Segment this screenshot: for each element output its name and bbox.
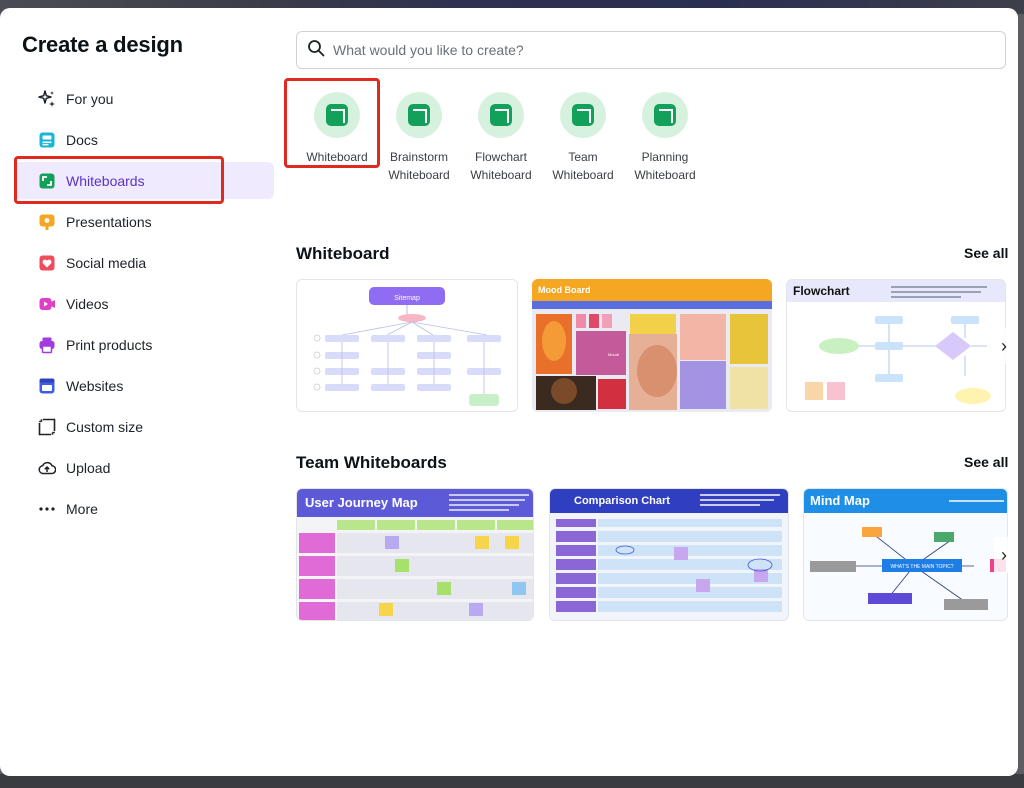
printer-icon — [38, 336, 56, 354]
sidebar-item-label: Videos — [66, 295, 109, 312]
quick-type-whiteboard[interactable]: Whiteboard — [296, 90, 378, 166]
quick-type-label: Team — [568, 150, 598, 164]
quick-type-label-line2: Whiteboard — [552, 168, 614, 182]
sidebar-item-whiteboards[interactable]: Whiteboards — [14, 162, 274, 199]
sidebar-nav: For you Docs Whiteboards Presentations S… — [14, 80, 274, 531]
sidebar-item-label: Print products — [66, 336, 153, 353]
sitemap-heading: Sitemap — [394, 295, 420, 302]
whiteboard-type-icon — [642, 92, 688, 138]
sidebar-item-docs[interactable]: Docs — [14, 121, 274, 158]
modal-title: Create a design — [22, 32, 183, 57]
heart-icon — [38, 254, 56, 272]
website-icon — [38, 377, 56, 395]
mind-map-heading: Mind Map — [810, 493, 870, 508]
sidebar-item-label: Websites — [66, 377, 124, 394]
create-design-modal: Create a design For you Docs Whiteboards — [0, 8, 1018, 776]
chevron-right-icon: › — [1001, 335, 1007, 356]
mood-board-thumbnail: Mood Board Moodi — [532, 279, 772, 412]
see-all-team-whiteboards-link[interactable]: See all — [964, 454, 1008, 470]
sitemap-thumbnail: Sitemap — [313, 287, 501, 406]
search-icon — [307, 39, 325, 62]
quick-type-label: Brainstorm — [389, 150, 448, 164]
mood-board-subtext: Moodi — [608, 352, 619, 357]
sidebar-item-videos[interactable]: Videos — [14, 285, 274, 322]
sidebar-item-print-products[interactable]: Print products — [14, 326, 274, 363]
mood-board-heading: Mood Board — [538, 285, 591, 295]
see-all-whiteboard-link[interactable]: See all — [964, 245, 1008, 261]
search-input[interactable] — [333, 42, 973, 58]
custom-size-icon — [38, 418, 56, 436]
template-card-flowchart[interactable]: Flowchart — [786, 279, 1006, 412]
template-card-mood-board[interactable]: Mood Board Moodi — [532, 279, 772, 412]
sidebar-item-label: More — [66, 500, 98, 517]
carousel-next-arrow-whiteboard[interactable]: › — [994, 328, 1014, 364]
whiteboard-icon — [38, 172, 56, 190]
quick-type-label-line2: Whiteboard — [634, 168, 696, 182]
sidebar-item-for-you[interactable]: For you — [14, 80, 274, 117]
quick-type-label-line2: Whiteboard — [388, 168, 450, 182]
flowchart-heading: Flowchart — [793, 284, 850, 298]
docs-icon — [38, 131, 56, 149]
comparison-chart-heading: Comparison Chart — [574, 495, 670, 507]
sidebar: Create a design For you Docs Whiteboards — [0, 8, 276, 776]
template-card-user-journey-map[interactable]: User Journey Map — [296, 488, 534, 621]
template-card-mind-map[interactable]: Mind Map WHAT'S THE MAIN TOPIC? — [803, 488, 1008, 621]
sidebar-item-social-media[interactable]: Social media — [14, 244, 274, 281]
quick-type-label: Planning — [641, 150, 689, 164]
section-title-whiteboard: Whiteboard — [296, 244, 390, 263]
whiteboard-type-icon — [560, 92, 606, 138]
search-bar[interactable] — [296, 31, 1006, 69]
whiteboard-type-icon — [396, 92, 442, 138]
quick-type-label: Flowchart — [474, 150, 527, 164]
sidebar-item-presentations[interactable]: Presentations — [14, 203, 274, 240]
sidebar-item-label: Social media — [66, 254, 147, 271]
sidebar-item-custom-size[interactable]: Custom size — [14, 408, 274, 445]
carousel-next-arrow-team-whiteboards[interactable]: › — [994, 537, 1014, 573]
flowchart-thumbnail: Flowchart — [787, 280, 1005, 404]
quick-type-brainstorm-whiteboard[interactable]: Brainstorm Whiteboard — [378, 90, 460, 184]
whiteboard-type-icon — [478, 92, 524, 138]
sidebar-item-label: Upload — [66, 459, 111, 476]
sidebar-item-label: Whiteboards — [66, 172, 145, 189]
template-card-comparison-chart[interactable]: Comparison Chart — [549, 488, 789, 621]
quick-type-team-whiteboard[interactable]: Team Whiteboard — [542, 90, 624, 184]
presentation-icon — [38, 213, 56, 231]
comparison-chart-thumbnail: Comparison Chart — [550, 489, 788, 620]
sidebar-item-more[interactable]: More — [14, 490, 274, 527]
video-icon — [38, 295, 56, 313]
upload-icon — [38, 459, 56, 477]
sidebar-item-upload[interactable]: Upload — [14, 449, 274, 486]
quick-design-types: Whiteboard Brainstorm Whiteboard Flowchar… — [296, 90, 1016, 200]
mind-map-thumbnail: Mind Map WHAT'S THE MAIN TOPIC? — [804, 489, 1007, 620]
more-dots-icon — [38, 500, 56, 518]
whiteboard-type-icon — [314, 92, 360, 138]
sidebar-item-label: Custom size — [66, 418, 144, 435]
sidebar-item-label: Docs — [66, 131, 98, 148]
chevron-right-icon: › — [1001, 544, 1007, 565]
template-card-sitemap[interactable]: Sitemap — [296, 279, 518, 412]
sidebar-item-label: For you — [66, 90, 114, 107]
quick-type-label-line2: Whiteboard — [470, 168, 532, 182]
mind-map-center-text: WHAT'S THE MAIN TOPIC? — [890, 564, 953, 570]
sidebar-item-label: Presentations — [66, 213, 152, 230]
quick-type-planning-whiteboard[interactable]: Planning Whiteboard — [624, 90, 706, 184]
user-journey-map-thumbnail: User Journey Map — [297, 489, 533, 620]
sparkle-icon — [38, 89, 56, 108]
quick-type-label: Whiteboard — [306, 150, 368, 164]
background-bottom — [0, 774, 1024, 788]
user-journey-map-heading: User Journey Map — [305, 495, 418, 510]
quick-type-flowchart-whiteboard[interactable]: Flowchart Whiteboard — [460, 90, 542, 184]
sidebar-item-websites[interactable]: Websites — [14, 367, 274, 404]
section-title-team-whiteboards: Team Whiteboards — [296, 453, 447, 472]
